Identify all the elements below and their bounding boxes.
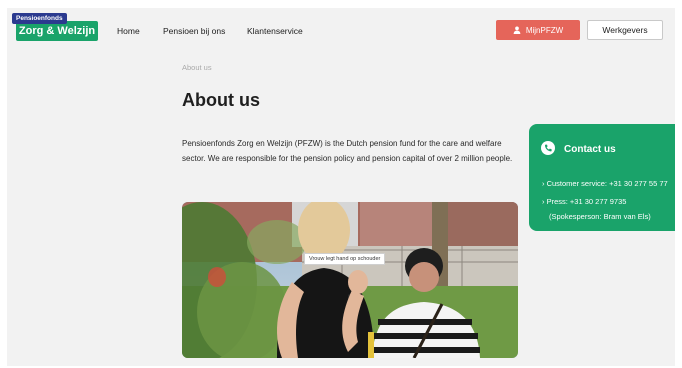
logo-top-label: Pensioenfonds (12, 13, 67, 24)
contact-spokesperson: (Spokesperson: Bram van Els) (549, 212, 651, 221)
contact-press[interactable]: › Press: +31 30 277 9735 (542, 197, 626, 206)
nav-klantenservice[interactable]: Klantenservice (247, 26, 303, 36)
nav-pensioen-bij-ons[interactable]: Pensioen bij ons (163, 26, 225, 36)
mijnpfzw-button[interactable]: MijnPFZW (496, 20, 580, 40)
contact-customer-service[interactable]: › Customer service: +31 30 277 55 77 (542, 179, 668, 188)
phone-icon (541, 141, 555, 155)
breadcrumb[interactable]: About us (182, 63, 212, 72)
intro-text: Pensioenfonds Zorg en Welzijn (PFZW) is … (182, 139, 513, 163)
contact-title: Contact us (564, 144, 616, 155)
photo-illustration (182, 202, 518, 358)
image-tooltip: Vrouw legt hand op schouder (304, 253, 386, 265)
nav-home[interactable]: Home (117, 26, 140, 36)
werkgevers-button[interactable]: Werkgevers (587, 20, 663, 40)
page-title: About us (182, 90, 260, 110)
user-icon (513, 26, 521, 34)
contact-panel: Contact us › Customer service: +31 30 27… (529, 124, 675, 231)
mijnpfzw-label: MijnPFZW (525, 25, 564, 35)
hero-photo: Vrouw legt hand op schouder (182, 202, 518, 358)
logo-main-label: Zorg & Welzijn (16, 21, 98, 41)
page: Pensioenfonds Zorg & Welzijn Home Pensio… (7, 8, 675, 366)
